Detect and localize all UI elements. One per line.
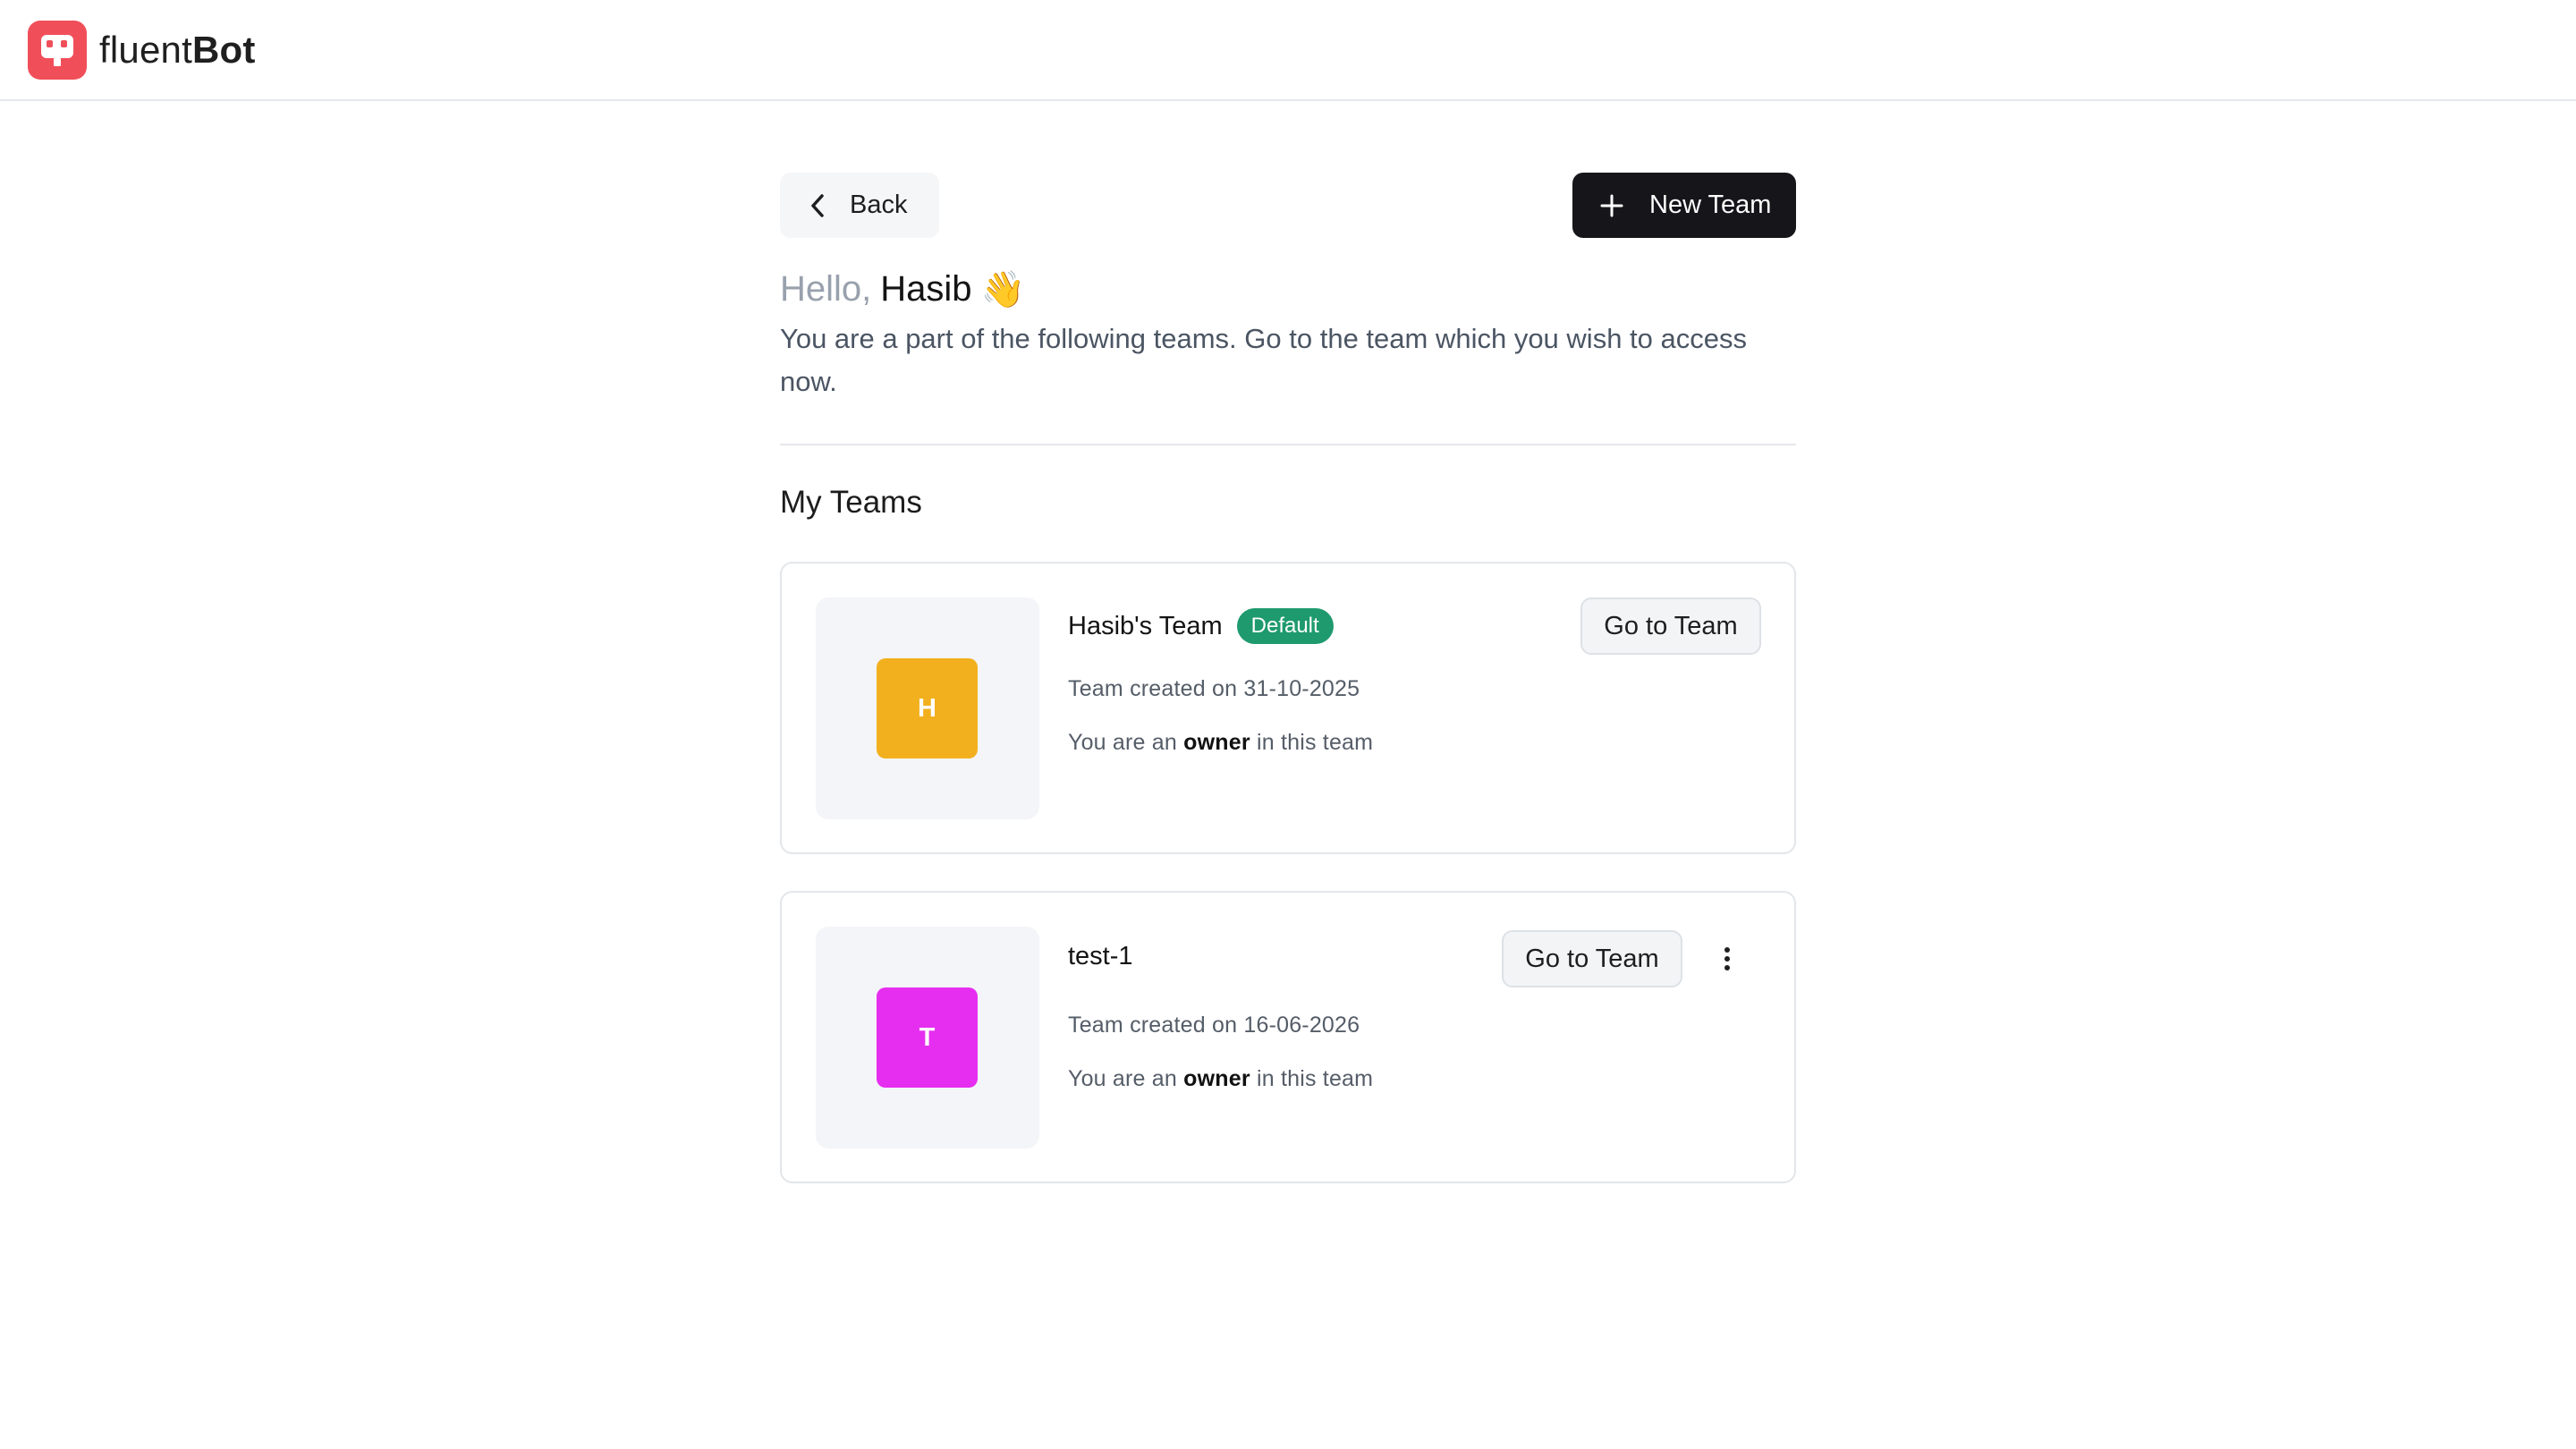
section-title: My Teams bbox=[780, 485, 922, 520]
team-name: Hasib's Team bbox=[1068, 611, 1223, 640]
more-options-icon[interactable] bbox=[1709, 930, 1745, 987]
brand-name: fluentBot bbox=[99, 29, 256, 71]
team-created-date: Team created on 31-10-2025 bbox=[1068, 676, 1360, 701]
team-role: You are an owner in this team bbox=[1068, 1066, 1374, 1091]
team-created-date: Team created on 16-06-2026 bbox=[1068, 1013, 1360, 1038]
team-card: H Hasib's Team Default Team created on 3… bbox=[780, 562, 1796, 854]
team-role: You are an owner in this team bbox=[1068, 730, 1374, 755]
team-avatar: H bbox=[877, 658, 978, 758]
go-to-team-button[interactable]: Go to Team bbox=[1502, 930, 1682, 987]
brand[interactable]: fluentBot bbox=[28, 21, 256, 80]
team-card: T test-1 Team created on 16-06-2026 You … bbox=[780, 891, 1796, 1183]
greeting-user-name: Hasib bbox=[880, 269, 972, 309]
fluentbot-logo-icon bbox=[28, 21, 87, 80]
waving-hand-icon: 👋 bbox=[980, 270, 1026, 309]
team-avatar: T bbox=[877, 987, 978, 1088]
new-team-button-label: New Team bbox=[1649, 191, 1772, 219]
team-name: test-1 bbox=[1068, 942, 1133, 970]
chevron-left-icon bbox=[811, 193, 824, 217]
divider bbox=[780, 444, 1796, 445]
go-to-team-button[interactable]: Go to Team bbox=[1580, 597, 1761, 655]
new-team-button[interactable]: New Team bbox=[1572, 173, 1796, 238]
greeting: Hello, Hasib 👋 bbox=[780, 268, 1025, 310]
plus-icon bbox=[1600, 194, 1623, 216]
greeting-subtitle: You are a part of the following teams. G… bbox=[780, 323, 1747, 397]
team-name-row: Hasib's Team Default bbox=[1068, 608, 1334, 644]
back-button[interactable]: Back bbox=[780, 173, 939, 238]
greeting-hello: Hello, bbox=[780, 269, 872, 309]
back-button-label: Back bbox=[850, 191, 908, 219]
top-bar: fluentBot bbox=[0, 0, 2576, 101]
default-badge: Default bbox=[1236, 608, 1334, 644]
team-avatar-container: T bbox=[816, 927, 1039, 1148]
team-name-row: test-1 bbox=[1068, 942, 1133, 971]
team-avatar-container: H bbox=[816, 597, 1039, 819]
